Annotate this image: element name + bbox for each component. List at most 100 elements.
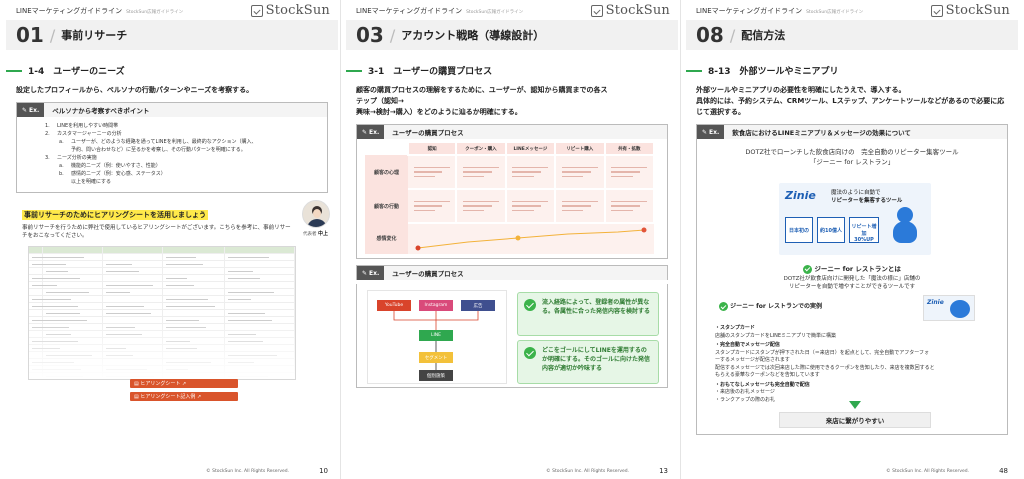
genie-character-icon: [887, 205, 923, 249]
section-heading: 3-1 ユーザーの購買プロセス: [346, 64, 678, 77]
page-13: LINEマーケティングガイドライン StockSun広報ガイドライン StockS…: [346, 0, 678, 479]
example-title: ユーザーの購買プロセス: [392, 270, 464, 278]
example-body: DOTZ社でローンチした飲食店向けの 完全自動のリピーター集客ツール 「ジーニー…: [696, 139, 1008, 435]
list-item: b. 感情的ニーズ（例：安心感、ステータス）: [59, 171, 166, 177]
journey-cell: [456, 154, 507, 189]
row-label: 顧客の行動: [365, 189, 408, 223]
hearing-title: 事前リサーチのためにヒアリングシートを活用しましょう: [22, 210, 208, 220]
guide-title: LINEマーケティングガイドライン StockSun広報ガイドライン: [356, 7, 524, 15]
avatar-label: 代表者 中上: [303, 231, 328, 237]
sheet-row: [29, 247, 295, 254]
journey-table: 認知 クーポン・購入 LINEメッセージ リピート購入 共有・拡散 顧客の心理 顧客の行…: [365, 143, 656, 254]
journey-cell: [555, 188, 606, 223]
sheet-row: [29, 254, 295, 261]
stage-header: 認知: [408, 143, 458, 155]
page-number: 10: [319, 467, 328, 475]
chapter-title: アカウント戦略（導線設計）: [401, 29, 545, 42]
lead-text: 顧客の購買プロセスの理解をするために、ユーザーが、認知から購買までの各ス テップ…: [356, 86, 608, 116]
sheet-row: [29, 289, 295, 296]
pencil-icon: ✎: [362, 269, 368, 277]
stocksun-logo: StockSun: [250, 3, 330, 18]
sheet-row: [29, 268, 295, 275]
stage-header: リピート購入: [555, 143, 606, 155]
lead-text: 設定したプロフィールから、ペルソナの行動パターンやニーズを考察する。: [16, 86, 254, 94]
chapter-number: 08: [696, 23, 724, 47]
emotion-curve: [415, 227, 647, 251]
check-logo-icon: [930, 4, 943, 17]
page-10: LINEマーケティングガイドライン StockSun広報ガイドライン StockS…: [6, 0, 338, 479]
page-number: 48: [999, 467, 1008, 475]
list-item: a. ユーザーが、どのような経路を通ってLINEを利用し、最終的なアクション（購入…: [59, 139, 257, 145]
hearing-sheet-button[interactable]: ▤ ヒアリングシート ↗: [130, 379, 238, 388]
what-title: ジーニー for レストランとは: [697, 263, 1007, 274]
list-item: 1. LINEを利用しやすい時間帯: [45, 123, 119, 129]
callout-goal: どこをゴールにしてLINEを運用するのか明確にする。そのゴールに向けた発信内容が…: [517, 340, 659, 384]
list-item: 以上を明確にする: [71, 179, 112, 185]
chapter-number: 03: [356, 23, 384, 47]
stocksun-logo: StockSun: [590, 3, 670, 18]
pencil-icon: ✎: [22, 106, 28, 114]
case-title: ジーニー for レストランでの実例: [719, 301, 822, 311]
example-title: ユーザーの購買プロセス: [392, 129, 464, 137]
journey-cell: [456, 188, 507, 223]
hearing-callout: 事前リサーチのためにヒアリングシートを活用しましょう 事前リサーチを行うために弊…: [22, 202, 292, 240]
genie-character-icon: [950, 300, 970, 318]
callout-channel: 流入経路によって、登録者の属性が異なる。各属性に合った発信内容を検討する: [517, 292, 659, 336]
stage-header: クーポン・購入: [456, 143, 507, 155]
example-badge: ✎ Ex.: [697, 125, 725, 139]
guide-title: LINEマーケティングガイドライン StockSun広報ガイドライン: [16, 7, 184, 15]
example-box: ✎ Ex. 飲食店におけるLINEミニアプリ＆メッセージの効果について: [696, 124, 1008, 139]
emotion-point-icon: [415, 245, 421, 251]
case-list: ・スタンプカード 店舗のスタンプカードをLINEミニアプリで簡単に構築 ・完全自…: [715, 325, 935, 403]
example-box-journey: ✎ Ex. ユーザーの購買プロセス 認知 クーポン・購入 LINEメッセージ リピート購…: [356, 124, 668, 259]
result-banner: 来店に繋がりやすい: [779, 412, 931, 428]
stage-header: 共有・拡散: [604, 143, 656, 155]
row-label: 感情変化: [365, 223, 408, 254]
copyright: © StockSun Inc. All Rights Reserved.: [886, 468, 970, 474]
check-icon: [803, 264, 813, 274]
hearing-sheet-preview: [28, 246, 296, 380]
emotion-point-icon: [515, 235, 521, 241]
what-text: DOTZ社が飲食店向けに開発した「魔法の様に」店舗の リピーターを自動で増やすこ…: [783, 276, 921, 290]
journey-cell: [408, 154, 458, 189]
zinie-thumbnail: Zinie: [923, 295, 975, 321]
line-node: LINE: [419, 330, 453, 341]
chapter-title: 配信方法: [741, 29, 786, 42]
journey-cell: [505, 188, 557, 223]
sheet-row: [29, 261, 295, 268]
page-divider: [340, 0, 341, 479]
individual-node: 個別施策: [419, 370, 453, 381]
sheet-row: [29, 296, 295, 303]
sheet-row: [29, 275, 295, 282]
hearing-sheet-example-button[interactable]: ▤ ヒアリングシート記入例 ↗: [130, 392, 238, 401]
row-label: 顧客の心理: [365, 155, 408, 189]
check-icon: [719, 302, 728, 311]
list-item: 3. ニーズ分析の実施: [45, 155, 97, 161]
arrow-down-icon: [849, 401, 861, 409]
stocksun-logo: StockSun: [930, 3, 1010, 18]
list-item: 予約、問い合わせなど）に至るかを考察し、その行動パターンを明確にする。: [71, 147, 246, 153]
avatar: [302, 200, 330, 228]
stage-header: LINEメッセージ: [505, 143, 557, 155]
segment-node: セグメント: [419, 352, 453, 363]
check-logo-icon: [250, 4, 263, 17]
journey-cell: [555, 154, 606, 189]
channel-flow: YouTube Instagram 広告 LINE セグメント 個別施策 流入経…: [356, 284, 668, 388]
example-badge: ✎ Ex.: [357, 125, 385, 139]
example-title: 飲食店におけるLINEミニアプリ＆メッセージの効果について: [732, 129, 911, 137]
journey-cell: [604, 188, 656, 223]
list-item: 2. カスタマージャーニーの分析: [45, 131, 122, 137]
check-icon: [524, 299, 536, 311]
list-item: a. 機能的ニーズ（例：使いやすさ、性能）: [59, 163, 161, 169]
points-list: 1. LINEを利用しやすい時間帯 2. カスタマージャーニーの分析 a. ユーザーが、ど…: [17, 117, 327, 192]
example-box: ✎ Ex. ペルソナから考察すべきポイント 1. LINEを利用しやすい時間帯 2. カ…: [16, 102, 328, 193]
journey-cell: [505, 154, 557, 189]
external-link-icon: ↗: [181, 380, 187, 387]
check-logo-icon: [590, 4, 603, 17]
hearing-text: 事前リサーチを行うために弊社で使用しているヒアリングシートがございます。こちらを…: [22, 225, 291, 239]
example-title: ペルソナから考察すべきポイント: [52, 107, 150, 115]
check-icon: [524, 347, 536, 359]
example-box-flow: ✎ Ex. ユーザーの購買プロセス: [356, 265, 668, 280]
page-number: 13: [659, 467, 668, 475]
chapter-header: 01 / 事前リサーチ: [6, 20, 338, 50]
